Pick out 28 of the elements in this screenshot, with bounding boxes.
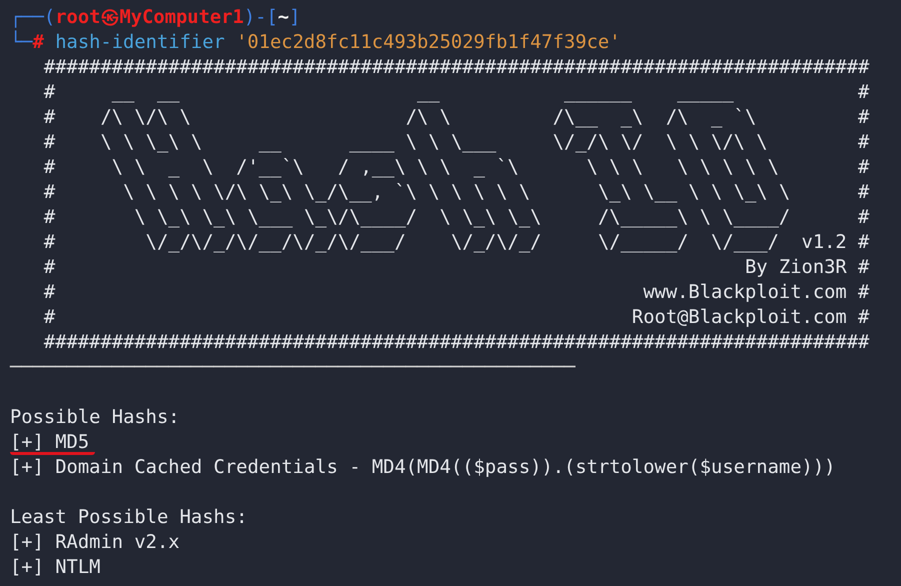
- banner-line: #########################################################################: [42, 331, 870, 355]
- banner-line: # By Zion3R #: [42, 256, 870, 280]
- prompt-frame: ]: [289, 7, 300, 28]
- banner-line: # \ \ \_\ \ __ ____ \ \ \___ \/_/\ \/ \ \ \/\ \ #: [42, 131, 870, 155]
- banner-line: # \ \_\ \_\ \___ \_\/\____/ \ \_\ \_\ /\_____\ \ \____/ #: [42, 206, 870, 230]
- current-path: ~: [278, 7, 290, 28]
- banner-line: # __ __ __ ______ _____ #: [42, 81, 870, 105]
- hash-result: [+] NTLM: [10, 556, 102, 580]
- hash-result: [+] Domain Cached Credentials - MD4(MD4(($pass)).(strtolower($username))): [10, 456, 836, 480]
- banner-line: # /\ \/\ \ /\ \ /\__ _\ /\ _ `\ #: [42, 106, 870, 130]
- user-host: root㉿MyComputer1: [55, 7, 244, 28]
- banner-line: # \/_/\/_/\/__/\/_/\/___/ \/_/\/_/ \/_____/ \/___/ v1.2 #: [42, 231, 870, 255]
- banner-line: #########################################################################: [42, 56, 870, 80]
- section-heading: Least Possible Hashs:: [10, 507, 248, 528]
- banner-line: # www.Blackploit.com #: [42, 281, 870, 305]
- prompt-frame: )-[: [244, 7, 278, 28]
- hash-result: [+] MD5: [10, 430, 96, 455]
- prompt-symbol: #: [32, 32, 44, 53]
- banner-line: # Root@Blackploit.com #: [42, 306, 870, 330]
- separator-line: ──────────────────────────────────────────────────: [10, 357, 576, 378]
- prompt-frame: └─: [10, 32, 33, 53]
- prompt-frame: ┌──(: [10, 7, 56, 28]
- hash-result: [+] RAdmin v2.x: [10, 531, 181, 555]
- banner-line: # \ \ _ \ /'__`\ / ,__\ \ \ _ `\ \ \ \ \ \ \ \ \ #: [42, 156, 870, 180]
- command-argument: '01ec2d8fc11c493b25029fb1f47f39ce': [236, 32, 621, 53]
- command-name: hash-identifier: [55, 32, 225, 53]
- section-heading: Possible Hashs:: [10, 407, 180, 428]
- banner-line: # \ \ \ \ \/\ \_\ \_/\__, `\ \ \ \ \ \ \_\ \__ \ \ \_\ \ #: [42, 181, 870, 205]
